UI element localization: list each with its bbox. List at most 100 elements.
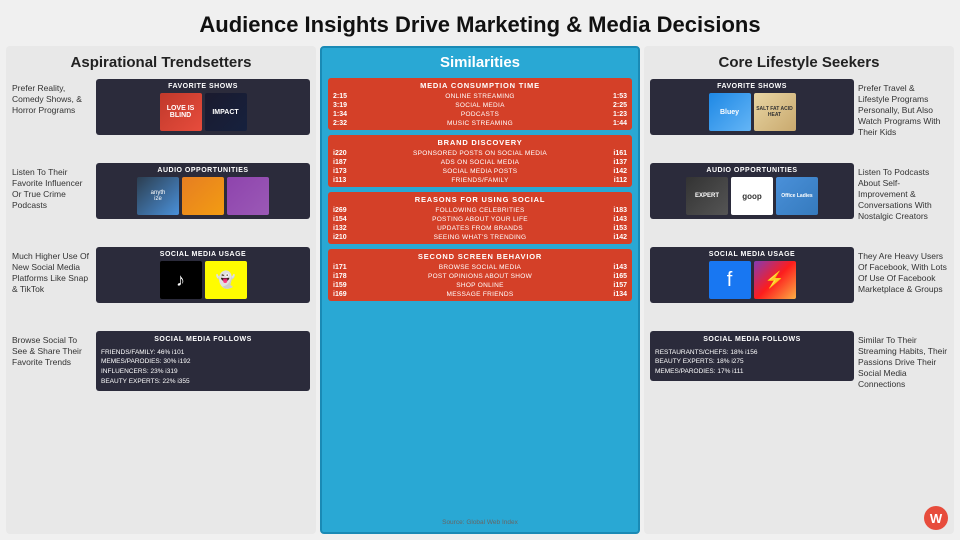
reasons-row-1-right: i183: [605, 207, 627, 214]
media-row-3-label: PODCASTS: [355, 111, 605, 118]
brand-discovery-rows: i220 SPONSORED POSTS ON SOCIAL MEDIA i16…: [333, 150, 627, 184]
second-row-1-label: BROWSE SOCIAL MEDIA: [355, 264, 605, 271]
brand-row-2-right: i137: [605, 159, 627, 166]
podcast-expert: EXPERT: [686, 177, 728, 215]
second-row-4: i169 MESSAGE FRIENDS i134: [333, 291, 627, 298]
second-row-3-left: i159: [333, 282, 355, 289]
right-panel-title: Core Lifestyle Seekers: [650, 54, 948, 71]
second-row-2-right: i165: [605, 273, 627, 280]
second-screen-rows: i171 BROWSE SOCIAL MEDIA i143 i178 POST …: [333, 264, 627, 298]
media-consumption-rows: 2:15 ONLINE STREAMING 1:53 3:19 SOCIAL M…: [333, 93, 627, 127]
left-fav-shows-text: Prefer Reality, Comedy Shows, & Horror P…: [12, 79, 92, 116]
left-fav-shows-card: FAVORITE SHOWS LOVE IS BLIND IMPACT: [96, 79, 310, 135]
brand-row-1-right: i161: [605, 150, 627, 157]
left-fav-shows-images: LOVE IS BLIND IMPACT: [100, 93, 306, 131]
show-image-impact: IMPACT: [205, 93, 247, 131]
left-panel-title: Aspirational Trendsetters: [12, 54, 310, 71]
right-audio-card: AUDIO OPPORTUNITIES EXPERT goop Office L…: [650, 163, 854, 219]
brand-row-2-left: i187: [333, 159, 355, 166]
left-fav-shows-title: FAVORITE SHOWS: [100, 83, 306, 90]
right-follows-card: SOCIAL MEDIA FOLLOWS RESTAURANTS/CHEFS: …: [650, 331, 854, 381]
brand-row-4-right: i112: [605, 177, 627, 184]
media-row-4-left: 2:32: [333, 120, 355, 127]
reasons-row-1-left: i269: [333, 207, 355, 214]
left-fav-shows-section: Prefer Reality, Comedy Shows, & Horror P…: [12, 79, 310, 159]
right-follows-item-2: BEAUTY EXPERTS: 18% i275: [655, 357, 849, 367]
right-panel: Core Lifestyle Seekers FAVORITE SHOWS Bl…: [644, 46, 954, 534]
right-audio-text: Listen To Podcasts About Self-Improvemen…: [858, 163, 948, 222]
right-follows-card-title: SOCIAL MEDIA FOLLOWS: [655, 335, 849, 346]
reasons-row-2-left: i154: [333, 216, 355, 223]
media-row-1: 2:15 ONLINE STREAMING 1:53: [333, 93, 627, 100]
left-social-usage-section: Much Higher Use Of New Social Media Plat…: [12, 247, 310, 327]
right-follows-section: SOCIAL MEDIA FOLLOWS RESTAURANTS/CHEFS: …: [650, 331, 948, 391]
podcast-officeladies: Office Ladies: [776, 177, 818, 215]
brand-row-4-label: FRIENDS/FAMILY: [355, 177, 605, 184]
media-row-1-right: 1:53: [605, 93, 627, 100]
media-consumption-title: MEDIA CONSUMPTION TIME: [333, 81, 627, 90]
podcast-goop: goop: [731, 177, 773, 215]
brand-row-2-label: ADS ON SOCIAL MEDIA: [355, 159, 605, 166]
right-social-usage-title: SOCIAL MEDIA USAGE: [654, 251, 850, 258]
left-panel: Aspirational Trendsetters Prefer Reality…: [6, 46, 316, 534]
second-row-1-right: i143: [605, 264, 627, 271]
reasons-row-3-right: i153: [605, 225, 627, 232]
second-row-4-left: i169: [333, 291, 355, 298]
media-row-2-label: SOCIAL MEDIA: [355, 102, 605, 109]
snap-image: 👻: [205, 261, 247, 299]
second-row-1-left: i171: [333, 264, 355, 271]
left-follows-card-title: SOCIAL MEDIA FOLLOWS: [101, 335, 305, 346]
second-row-3: i159 SHOP ONLINE i157: [333, 282, 627, 289]
reasons-row-4-right: i142: [605, 234, 627, 241]
media-row-1-label: ONLINE STREAMING: [355, 93, 605, 100]
second-row-4-label: MESSAGE FRIENDS: [355, 291, 605, 298]
left-social-usage-text: Much Higher Use Of New Social Media Plat…: [12, 247, 92, 295]
media-row-2-right: 2:25: [605, 102, 627, 109]
left-follows-section: Browse Social To See & Share Their Favor…: [12, 331, 310, 391]
media-row-3: 1:34 PODCASTS 1:23: [333, 111, 627, 118]
right-fav-shows-card: FAVORITE SHOWS Bluey SALT FAT ACID HEAT: [650, 79, 854, 135]
right-fav-shows-text: Prefer Travel & Lifestyle Programs Perso…: [858, 79, 948, 138]
show-image-saltfat: SALT FAT ACID HEAT: [754, 93, 796, 131]
reasons-social-rows: i269 FOLLOWING CELEBRITIES i183 i154 POS…: [333, 207, 627, 241]
left-audio-title: AUDIO OPPORTUNITIES: [100, 167, 306, 174]
brand-discovery-title: BRAND DISCOVERY: [333, 138, 627, 147]
media-row-3-left: 1:34: [333, 111, 355, 118]
second-row-3-right: i157: [605, 282, 627, 289]
left-follows-item-3: INFLUENCERS: 23% i319: [101, 367, 305, 377]
left-follows-item-2: MEMES/PARODIES: 30% i192: [101, 357, 305, 367]
second-row-3-label: SHOP ONLINE: [355, 282, 605, 289]
brand-row-1-left: i220: [333, 150, 355, 157]
podcast-image-3: [227, 177, 269, 215]
brand-row-2: i187 ADS ON SOCIAL MEDIA i137: [333, 159, 627, 166]
right-follows-text: Similar To Their Streaming Habits, Their…: [858, 331, 948, 390]
left-social-usage-card: SOCIAL MEDIA USAGE ♪ 👻: [96, 247, 310, 303]
left-follows-card: SOCIAL MEDIA FOLLOWS FRIENDS/FAMILY: 46%…: [96, 331, 310, 391]
left-follows-item-4: BEAUTY EXPERTS: 22% i355: [101, 377, 305, 387]
show-image-love: LOVE IS BLIND: [160, 93, 202, 131]
right-fav-shows-images: Bluey SALT FAT ACID HEAT: [654, 93, 850, 131]
left-follows-item-1: FRIENDS/FAMILY: 46% i101: [101, 348, 305, 358]
reasons-row-3: i132 UPDATES FROM BRANDS i153: [333, 225, 627, 232]
brand-row-4-left: i113: [333, 177, 355, 184]
left-audio-section: Listen To Their Favorite Influencer Or T…: [12, 163, 310, 243]
media-consumption-section: MEDIA CONSUMPTION TIME 2:15 ONLINE STREA…: [328, 78, 632, 130]
reasons-row-1-label: FOLLOWING CELEBRITIES: [355, 207, 605, 214]
second-screen-title: SECOND SCREEN BEHAVIOR: [333, 252, 627, 261]
right-social-usage-images: f ⚡: [654, 261, 850, 299]
media-row-3-right: 1:23: [605, 111, 627, 118]
second-row-4-right: i134: [605, 291, 627, 298]
media-row-2-left: 3:19: [333, 102, 355, 109]
media-row-4-label: MUSIC STREAMING: [355, 120, 605, 127]
right-social-usage-section: SOCIAL MEDIA USAGE f ⚡ They Are Heavy Us…: [650, 247, 948, 327]
reasons-row-4-label: SEEING WHAT'S TRENDING: [355, 234, 605, 241]
second-row-2: i178 POST OPINIONS ABOUT SHOW i165: [333, 273, 627, 280]
right-fav-shows-title: FAVORITE SHOWS: [654, 83, 850, 90]
source-text: Source: Global Web Index: [328, 519, 632, 526]
second-row-2-label: POST OPINIONS ABOUT SHOW: [355, 273, 605, 280]
brand-row-3-left: i173: [333, 168, 355, 175]
media-row-4-right: 1:44: [605, 120, 627, 127]
right-follows-item-1: RESTAURANTS/CHEFS: 18% i156: [655, 348, 849, 358]
media-row-2: 3:19 SOCIAL MEDIA 2:25: [333, 102, 627, 109]
media-row-1-left: 2:15: [333, 93, 355, 100]
